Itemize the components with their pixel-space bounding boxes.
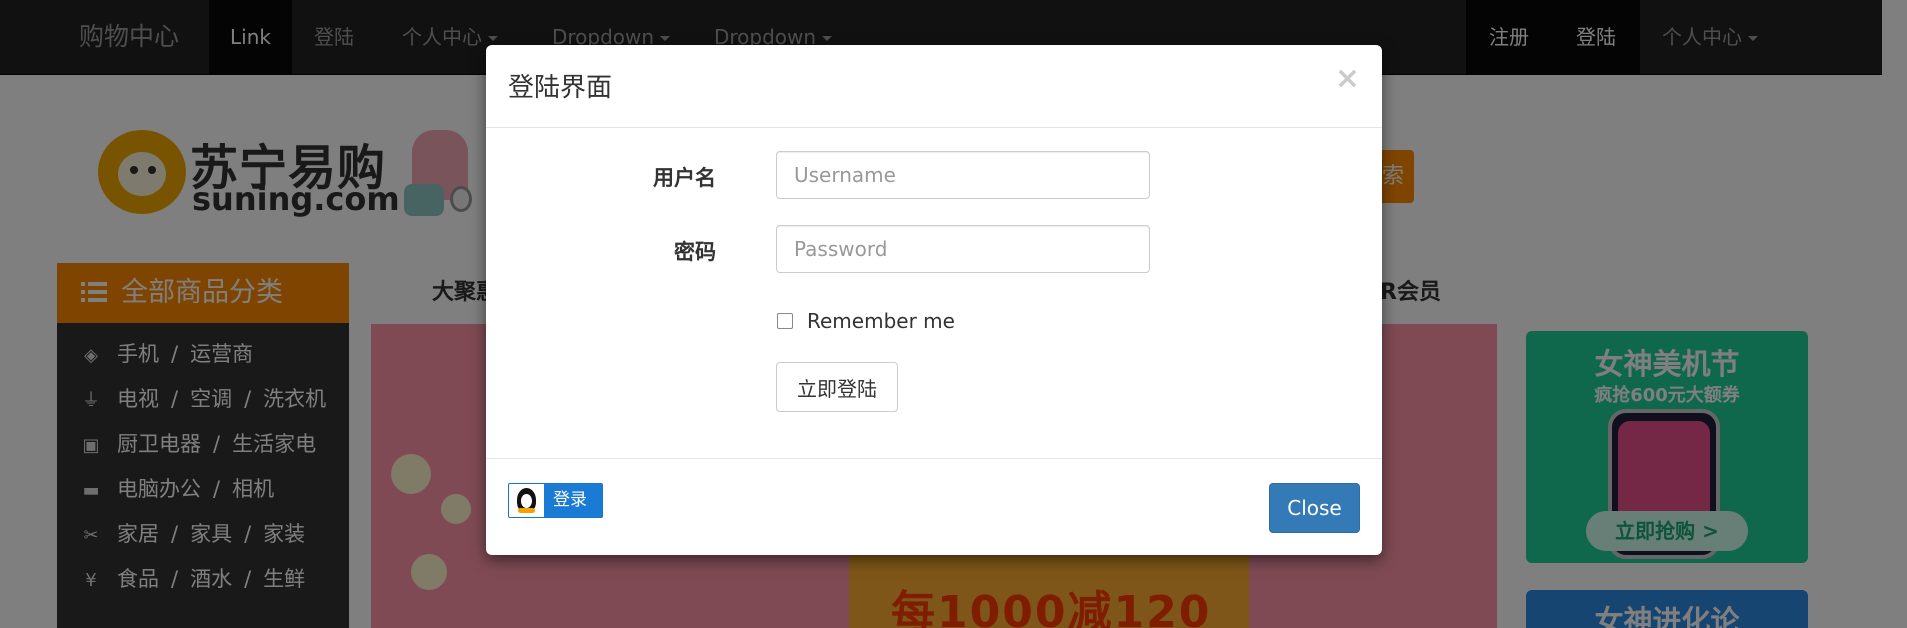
password-input[interactable] [776,225,1150,273]
remember-me-label[interactable]: Remember me [807,309,955,333]
username-label: 用户名 [653,166,716,190]
login-modal: 登陆界面 × 用户名 密码 Remember me 立即登陆 登录 Close [486,45,1382,555]
close-button[interactable]: Close [1269,483,1360,533]
modal-header: 登陆界面 × [486,45,1382,128]
close-icon[interactable]: × [1335,61,1360,96]
login-submit-button[interactable]: 立即登陆 [776,362,898,412]
qq-penguin-icon [509,484,544,517]
remember-me-checkbox[interactable] [777,313,793,329]
username-input[interactable] [776,151,1150,199]
qq-login-label: 登录 [553,490,587,510]
modal-footer: 登录 Close [486,458,1382,555]
password-label: 密码 [674,240,716,264]
modal-title: 登陆界面 [508,73,613,103]
qq-login-button[interactable]: 登录 [508,483,603,518]
